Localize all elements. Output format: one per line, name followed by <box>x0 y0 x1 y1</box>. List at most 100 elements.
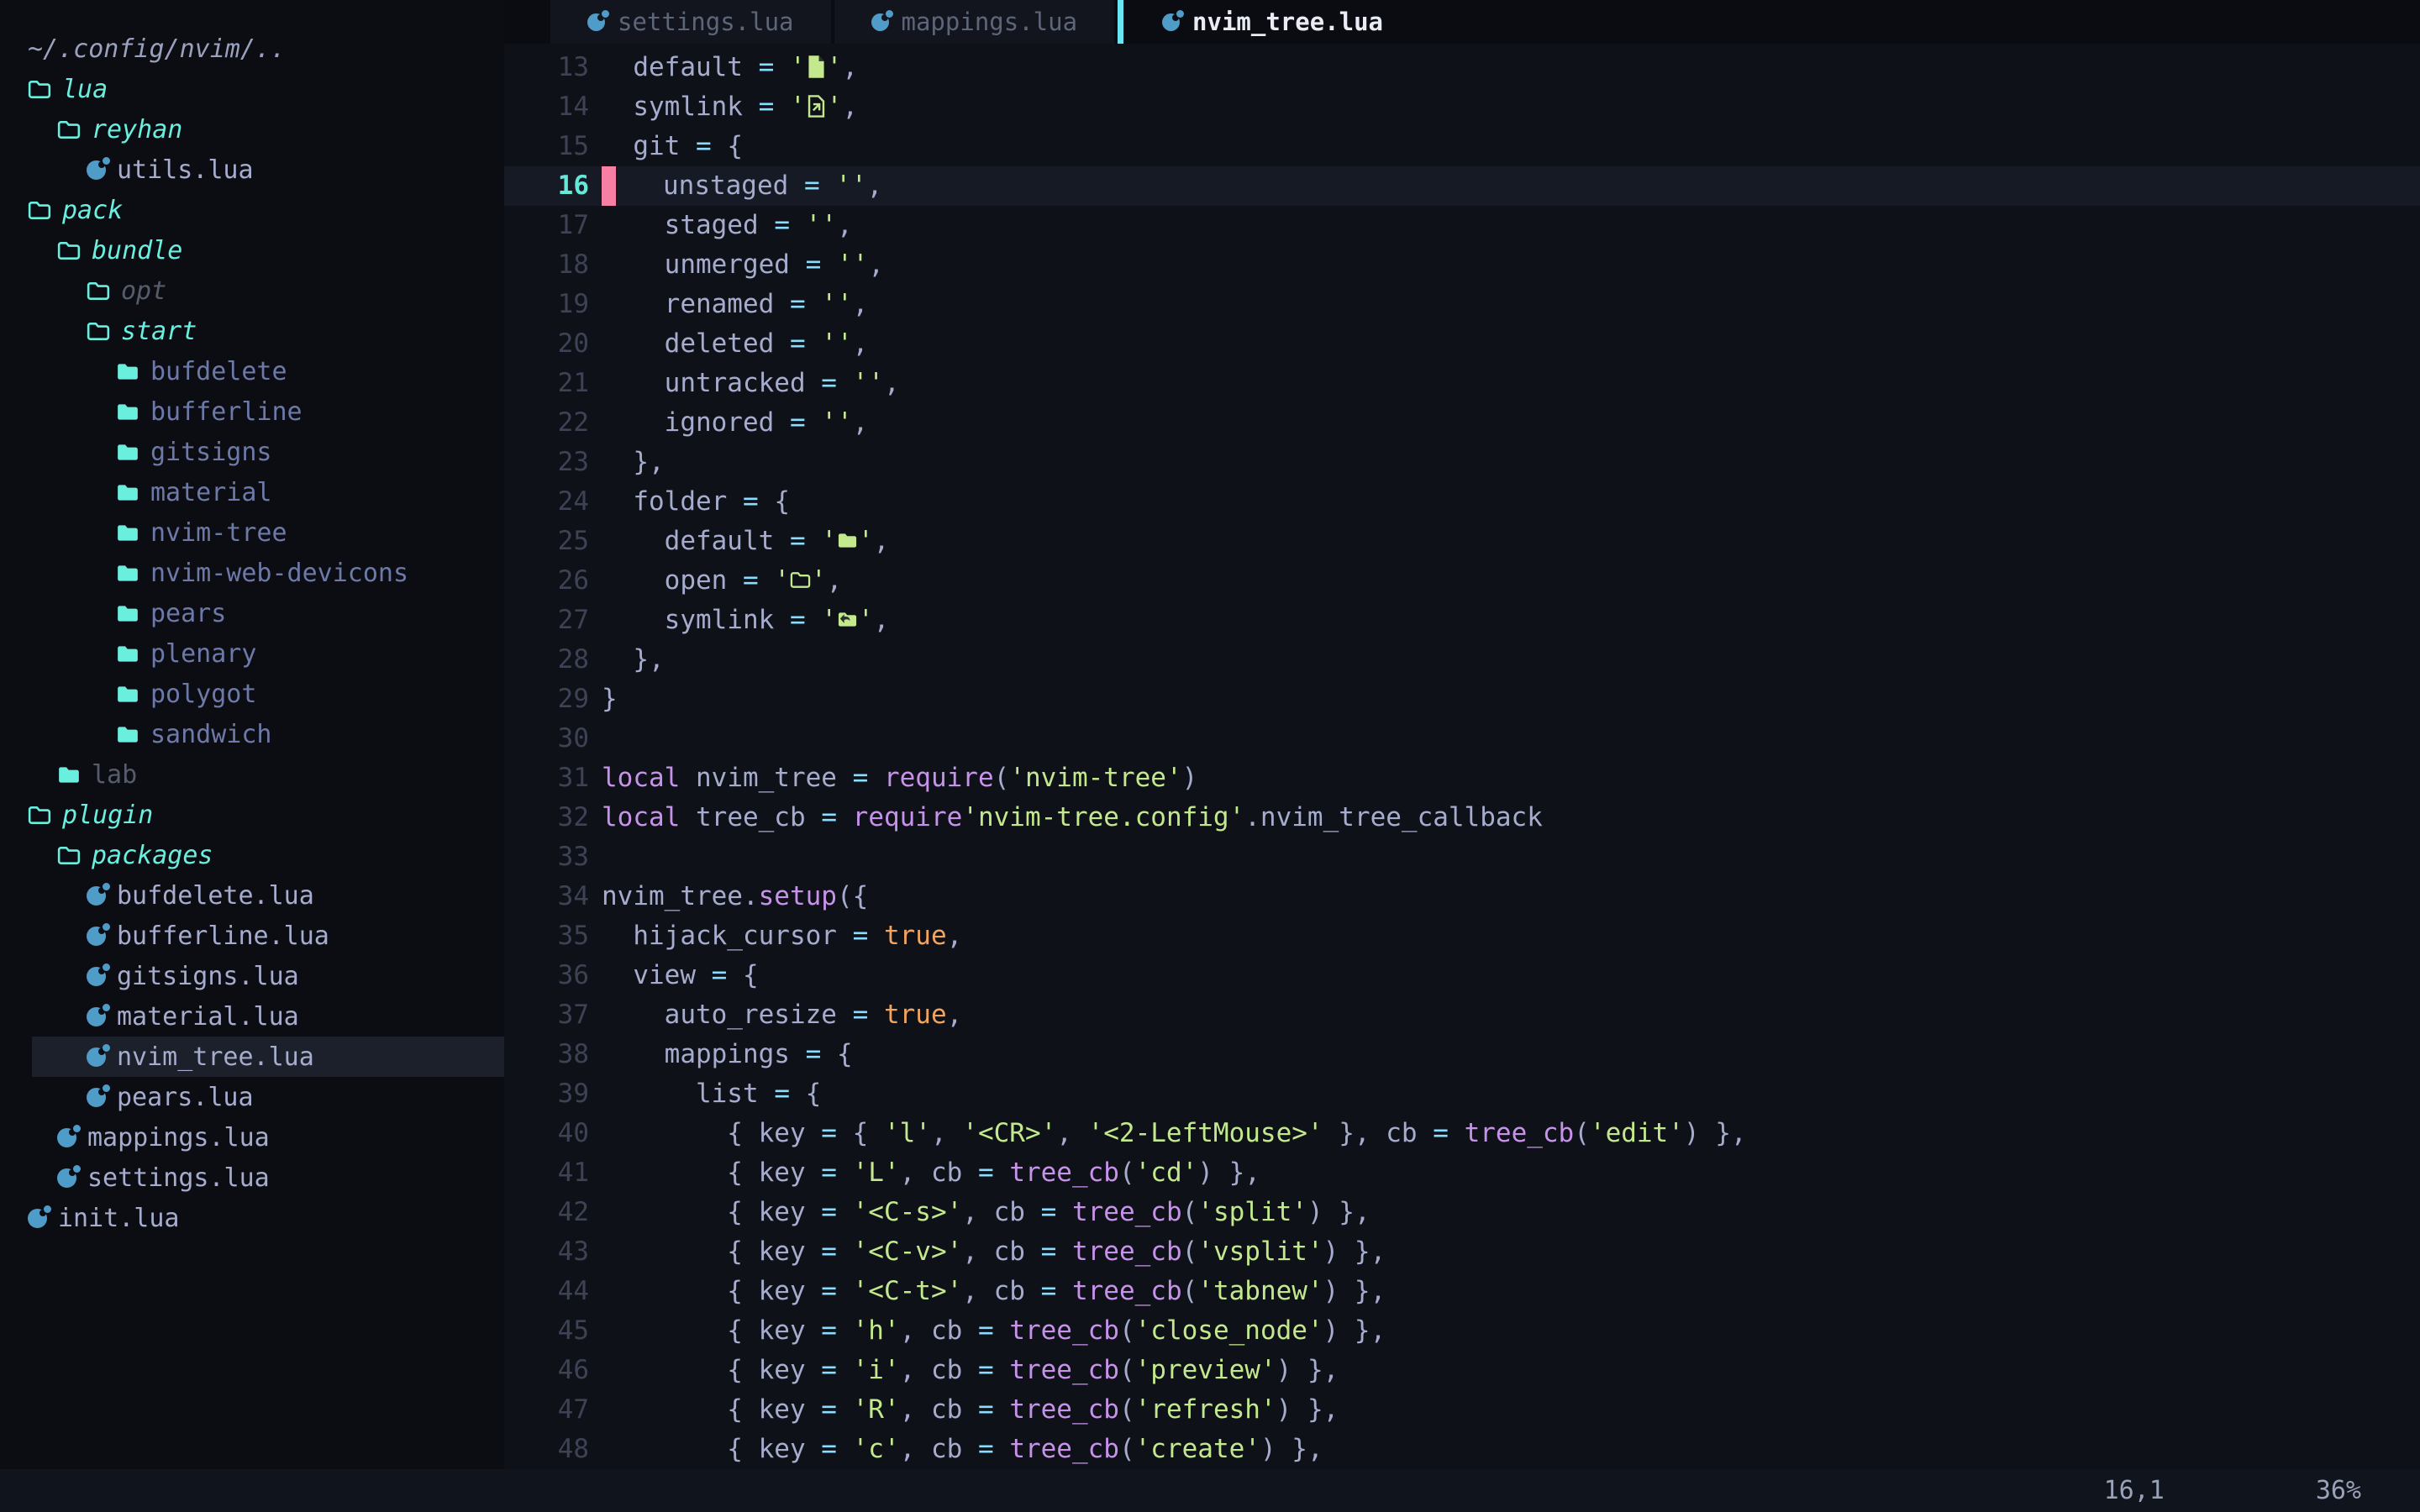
tree-item-utils.lua[interactable]: utils.lua <box>0 150 504 190</box>
tree-item-nvim_tree.lua[interactable]: nvim_tree.lua <box>0 1037 504 1077</box>
code-token: , cb <box>962 1197 1040 1227</box>
code-line-36[interactable]: 36 view = { <box>504 956 2420 995</box>
code-token <box>868 921 884 951</box>
code-token: auto_resize <box>602 1000 853 1030</box>
nvim-tree-sidebar: ~/.config/nvim/..luareyhanutils.luapackb… <box>0 0 504 1469</box>
code-line-25[interactable]: 25 default = '', <box>504 522 2420 561</box>
code-line-43[interactable]: 43 { key = '<C-v>', cb = tree_cb('vsplit… <box>504 1232 2420 1272</box>
code-line-23[interactable]: 23 }, <box>504 443 2420 482</box>
code-line-14[interactable]: 14 symlink = '', <box>504 87 2420 127</box>
tree-item-pears.lua[interactable]: pears.lua <box>0 1077 504 1117</box>
code-token: , <box>1056 1118 1087 1148</box>
code-line-17[interactable]: 17 staged = '', <box>504 206 2420 245</box>
code-token: , <box>884 368 900 398</box>
tab-nvim_tree.lua[interactable]: nvim_tree.lua <box>1118 0 1422 44</box>
code-token: view <box>602 960 712 990</box>
code-token: unstaged <box>616 171 804 201</box>
code-token: , cb <box>900 1315 978 1346</box>
code-line-20[interactable]: 20 deleted = '', <box>504 324 2420 364</box>
code-line-35[interactable]: 35 hijack_cursor = true, <box>504 916 2420 956</box>
code-line-33[interactable]: 33 <box>504 837 2420 877</box>
tree-item-.confignvim..[interactable]: ~/.config/nvim/.. <box>0 29 504 69</box>
tree-item-label: material <box>150 478 272 507</box>
tree-item-polygot[interactable]: polygot <box>0 674 504 714</box>
code-token: ) }, <box>1276 1394 1339 1425</box>
code-line-32[interactable]: 32local tree_cb = require'nvim-tree.conf… <box>504 798 2420 837</box>
code-line-39[interactable]: 39 list = { <box>504 1074 2420 1114</box>
tree-item-bufdelete[interactable]: bufdelete <box>0 351 504 391</box>
tree-item-pack[interactable]: pack <box>0 190 504 230</box>
code-token: } <box>602 684 618 714</box>
tree-item-init.lua[interactable]: init.lua <box>0 1198 504 1238</box>
code-line-15[interactable]: 15 git = { <box>504 127 2420 166</box>
tree-item-material[interactable]: material <box>0 472 504 512</box>
code-line-16[interactable]: 16 unstaged = '', <box>504 166 2420 206</box>
code-line-24[interactable]: 24 folder = { <box>504 482 2420 522</box>
tree-item-packages[interactable]: packages <box>0 835 504 875</box>
code-line-27[interactable]: 27 symlink = '', <box>504 601 2420 640</box>
tree-item-material.lua[interactable]: material.lua <box>0 996 504 1037</box>
code-line-30[interactable]: 30 <box>504 719 2420 759</box>
tree-item-reyhan[interactable]: reyhan <box>0 109 504 150</box>
line-number: 17 <box>504 206 597 245</box>
code-line-18[interactable]: 18 unmerged = '', <box>504 245 2420 285</box>
code-line-21[interactable]: 21 untracked = '', <box>504 364 2420 403</box>
code-token: '<C-s>' <box>853 1197 963 1227</box>
tree-item-plenary[interactable]: plenary <box>0 633 504 674</box>
tree-item-nvim-web-devicons[interactable]: nvim-web-devicons <box>0 553 504 593</box>
code-line-22[interactable]: 22 ignored = '', <box>504 403 2420 443</box>
code-line-44[interactable]: 44 { key = '<C-t>', cb = tree_cb('tabnew… <box>504 1272 2420 1311</box>
code-line-37[interactable]: 37 auto_resize = true, <box>504 995 2420 1035</box>
tab-settings.lua[interactable]: settings.lua <box>550 0 834 44</box>
tree-item-nvim-tree[interactable]: nvim-tree <box>0 512 504 553</box>
code-line-40[interactable]: 40 { key = { 'l', '<CR>', '<2-LeftMouse>… <box>504 1114 2420 1153</box>
code-line-29[interactable]: 29} <box>504 680 2420 719</box>
tree-item-bufdelete.lua[interactable]: bufdelete.lua <box>0 875 504 916</box>
code-buffer[interactable]: 13 default = '',14 symlink = '',15 git =… <box>504 44 2420 1469</box>
code-line-41[interactable]: 41 { key = 'L', cb = tree_cb('cd') }, <box>504 1153 2420 1193</box>
code-token: ( <box>1119 1394 1135 1425</box>
tree-item-gitsigns[interactable]: gitsigns <box>0 432 504 472</box>
code-line-13[interactable]: 13 default = '', <box>504 48 2420 87</box>
tree-item-plugin[interactable]: plugin <box>0 795 504 835</box>
code-token: 'i' <box>853 1355 900 1385</box>
code-token: default <box>602 526 790 556</box>
code-line-46[interactable]: 46 { key = 'i', cb = tree_cb('preview') … <box>504 1351 2420 1390</box>
code-line-45[interactable]: 45 { key = 'h', cb = tree_cb('close_node… <box>504 1311 2420 1351</box>
code-line-47[interactable]: 47 { key = 'R', cb = tree_cb('refresh') … <box>504 1390 2420 1430</box>
code-line-48[interactable]: 48 { key = 'c', cb = tree_cb('create') }… <box>504 1430 2420 1469</box>
code-token <box>994 1434 1010 1464</box>
code-line-26[interactable]: 26 open = '', <box>504 561 2420 601</box>
code-token: deleted <box>602 328 790 359</box>
tree-item-bufferline.lua[interactable]: bufferline.lua <box>0 916 504 956</box>
tree-item-bundle[interactable]: bundle <box>0 230 504 270</box>
tree-item-pears[interactable]: pears <box>0 593 504 633</box>
tree-item-start[interactable]: start <box>0 311 504 351</box>
line-number: 48 <box>504 1430 597 1469</box>
tree-item-settings.lua[interactable]: settings.lua <box>0 1158 504 1198</box>
tree-item-bufferline[interactable]: bufferline <box>0 391 504 432</box>
code-token: tree_cb <box>1072 1276 1182 1306</box>
code-token <box>837 1276 853 1306</box>
tree-item-gitsigns.lua[interactable]: gitsigns.lua <box>0 956 504 996</box>
code-token: ( <box>1119 1434 1135 1464</box>
tree-item-lab[interactable]: lab <box>0 754 504 795</box>
code-token: ) }, <box>1276 1355 1339 1385</box>
tree-item-mappings.lua[interactable]: mappings.lua <box>0 1117 504 1158</box>
tree-item-lua[interactable]: lua <box>0 69 504 109</box>
code-line-19[interactable]: 19 renamed = '', <box>504 285 2420 324</box>
folder-open-icon <box>28 805 51 826</box>
code-token: = <box>804 171 820 201</box>
code-line-28[interactable]: 28 }, <box>504 640 2420 680</box>
code-token: ( <box>1182 1276 1198 1306</box>
tab-mappings.lua[interactable]: mappings.lua <box>834 0 1118 44</box>
code-token: = <box>774 1079 790 1109</box>
code-line-42[interactable]: 42 { key = '<C-s>', cb = tree_cb('split'… <box>504 1193 2420 1232</box>
line-number: 28 <box>504 640 597 680</box>
code-line-34[interactable]: 34nvim_tree.setup({ <box>504 877 2420 916</box>
tree-item-sandwich[interactable]: sandwich <box>0 714 504 754</box>
code-line-38[interactable]: 38 mappings = { <box>504 1035 2420 1074</box>
code-token: = <box>806 1039 822 1069</box>
tree-item-opt[interactable]: opt <box>0 270 504 311</box>
code-line-31[interactable]: 31local nvim_tree = require('nvim-tree') <box>504 759 2420 798</box>
